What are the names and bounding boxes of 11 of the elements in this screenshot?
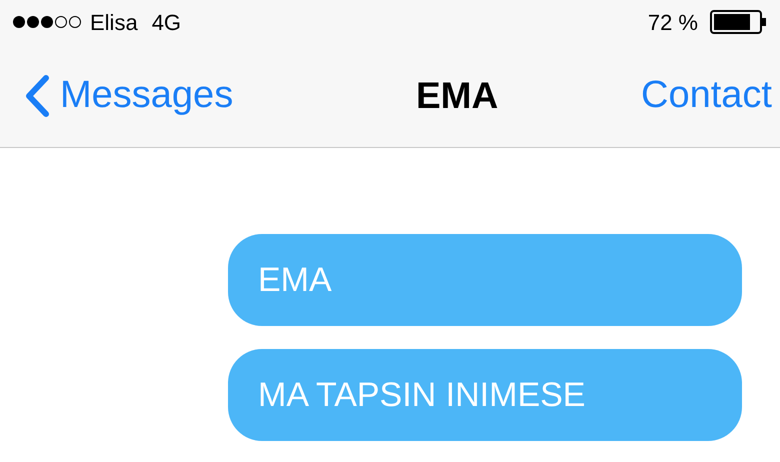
signal-icon — [12, 15, 82, 29]
contact-button[interactable]: Contact — [641, 67, 772, 124]
battery-icon — [710, 10, 768, 34]
message-bubble: MA TAPSIN INIMESE — [228, 349, 742, 441]
back-chevron-icon — [24, 74, 50, 116]
conversation-title: EMA — [416, 74, 498, 118]
battery-percent: 72 % — [648, 8, 698, 36]
network-type: 4G — [152, 8, 182, 36]
back-button[interactable]: Messages — [24, 67, 234, 124]
message-bubble: EMA — [228, 234, 742, 326]
carrier-name: Elisa — [90, 8, 138, 36]
